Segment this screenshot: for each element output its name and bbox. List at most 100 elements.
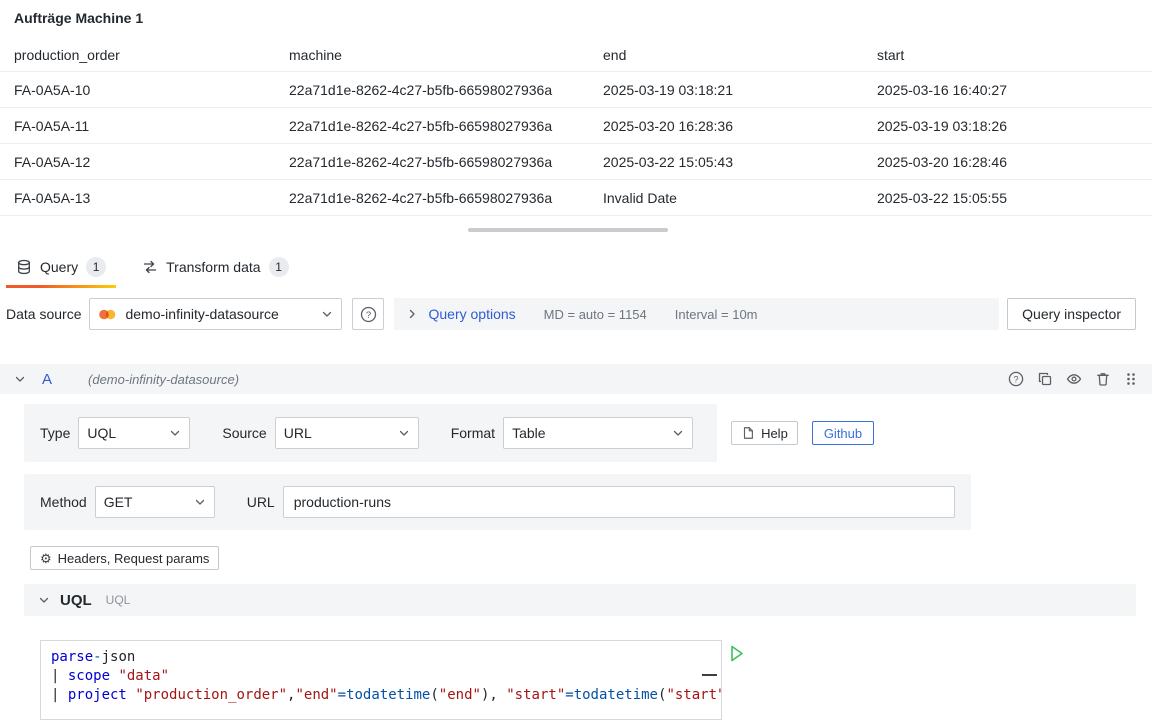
table-cell: 2025-03-22 15:05:43 [603, 154, 877, 170]
pane-resize-handle[interactable] [468, 228, 668, 232]
query-options-summary: MD = auto = 1154 [544, 307, 647, 322]
play-icon [730, 645, 744, 662]
chevron-down-icon [672, 427, 684, 439]
editor-overview-mark [702, 674, 717, 676]
database-icon [16, 259, 32, 275]
datasource-picker[interactable]: demo-infinity-datasource [89, 298, 342, 330]
tab-query-count-badge: 1 [86, 257, 106, 277]
table-row: FA-0A5A-1222a71d1e-8262-4c27-b5fb-665980… [0, 144, 1152, 180]
tab-transform-label: Transform data [166, 259, 260, 275]
toggle-visibility-eye-icon[interactable] [1066, 371, 1082, 387]
table-cell: 22a71d1e-8262-4c27-b5fb-66598027936a [289, 82, 603, 98]
help-icon[interactable]: ? [1008, 371, 1024, 387]
code-lines: parse-json| scope "data"| project "produ… [51, 648, 721, 705]
query-ref-id: A [42, 371, 52, 388]
method-select[interactable]: GET [95, 486, 215, 518]
format-select[interactable]: Table [503, 417, 693, 449]
chevron-right-icon[interactable] [406, 308, 418, 320]
drag-grip-icon[interactable] [1124, 371, 1138, 387]
table-row: FA-0A5A-1022a71d1e-8262-4c27-b5fb-665980… [0, 72, 1152, 108]
datasource-value: demo-infinity-datasource [125, 306, 313, 322]
tab-transform-count-badge: 1 [269, 257, 289, 277]
table-cell: FA-0A5A-10 [14, 82, 289, 98]
source-select[interactable]: URL [275, 417, 419, 449]
query-options-toggle[interactable]: Query options [428, 306, 515, 322]
question-circle-icon: ? [360, 306, 377, 323]
infinity-datasource-logo [98, 308, 117, 321]
query-url-row: Method GET URL [24, 474, 971, 530]
query-type-row: Type UQL Source URL Format [24, 404, 717, 462]
tab-transform-data[interactable]: Transform data 1 [132, 246, 298, 288]
source-value: URL [284, 425, 390, 441]
table-cell: FA-0A5A-13 [14, 190, 289, 206]
headers-request-params-button[interactable]: ⚙ Headers, Request params [30, 546, 219, 570]
column-header-machine[interactable]: machine [289, 47, 603, 63]
table-row: FA-0A5A-1122a71d1e-8262-4c27-b5fb-665980… [0, 108, 1152, 144]
url-label: URL [247, 494, 275, 510]
uql-title: UQL [60, 592, 92, 609]
headers-button-label: Headers, Request params [58, 551, 210, 566]
query-inspector-button[interactable]: Query inspector [1007, 298, 1136, 330]
tab-query-label: Query [40, 259, 78, 275]
run-query-button[interactable] [730, 645, 744, 662]
method-label: Method [40, 494, 87, 510]
method-value: GET [104, 494, 186, 510]
table-cell: 2025-03-20 16:28:46 [877, 154, 1152, 170]
format-value: Table [512, 425, 664, 441]
datasource-help-button[interactable]: ? [352, 298, 384, 330]
uql-subtitle: UQL [106, 593, 131, 607]
duplicate-icon[interactable] [1037, 371, 1053, 387]
chevron-down-icon [398, 427, 410, 439]
table-body: FA-0A5A-1022a71d1e-8262-4c27-b5fb-665980… [0, 72, 1152, 216]
datasource-label: Data source [6, 306, 81, 322]
table-cell: 22a71d1e-8262-4c27-b5fb-66598027936a [289, 154, 603, 170]
datasource-row: Data source demo-infinity-datasource ? Q… [0, 298, 1152, 330]
chevron-down-icon [194, 496, 206, 508]
uql-code-editor[interactable]: parse-json| scope "data"| project "produ… [40, 640, 722, 720]
table-cell: FA-0A5A-12 [14, 154, 289, 170]
help-button[interactable]: Help [731, 421, 798, 445]
table-row: FA-0A5A-1322a71d1e-8262-4c27-b5fb-665980… [0, 180, 1152, 216]
format-field: Format Table [451, 417, 693, 449]
query-datasource-hint: (demo-infinity-datasource) [88, 372, 239, 387]
table-cell: 2025-03-19 03:18:21 [603, 82, 877, 98]
query-options-strip: Query options MD = auto = 1154 Interval … [394, 298, 999, 330]
chevron-down-icon[interactable] [38, 594, 50, 606]
type-value: UQL [87, 425, 161, 441]
gear-icon: ⚙ [40, 552, 52, 565]
table-cell: 2025-03-20 16:28:36 [603, 118, 877, 134]
help-button-label: Help [761, 426, 788, 441]
chevron-down-icon[interactable] [14, 373, 26, 385]
table-cell: 22a71d1e-8262-4c27-b5fb-66598027936a [289, 118, 603, 134]
column-header-production-order[interactable]: production_order [14, 47, 289, 63]
tab-query[interactable]: Query 1 [6, 246, 116, 288]
type-select[interactable]: UQL [78, 417, 190, 449]
interval-summary: Interval = 10m [675, 307, 758, 322]
type-field: Type UQL [40, 417, 190, 449]
code-line: | project "production_order","end"=todat… [51, 686, 721, 705]
chevron-down-icon [169, 427, 181, 439]
svg-text:?: ? [1013, 374, 1018, 384]
column-header-end[interactable]: end [603, 47, 877, 63]
trash-icon[interactable] [1095, 371, 1111, 387]
data-table: production_order machine end start FA-0A… [0, 38, 1152, 216]
uql-section-header[interactable]: UQL UQL [24, 584, 1136, 616]
github-button[interactable]: Github [812, 421, 874, 445]
query-row-header[interactable]: A (demo-infinity-datasource) ? [0, 364, 1152, 394]
url-input[interactable] [283, 486, 955, 518]
query-editor-body: Type UQL Source URL Format [0, 394, 1152, 720]
table-cell: FA-0A5A-11 [14, 118, 289, 134]
table-panel: Aufträge Machine 1 production_order mach… [0, 0, 1152, 216]
chevron-down-icon [321, 308, 333, 320]
table-header-row: production_order machine end start [0, 38, 1152, 72]
table-cell: 2025-03-16 16:40:27 [877, 82, 1152, 98]
type-label: Type [40, 425, 70, 441]
source-field: Source URL [222, 417, 418, 449]
code-line: | scope "data" [51, 667, 721, 686]
url-field: URL [247, 486, 955, 518]
editor-tabbar: Query 1 Transform data 1 [0, 246, 1152, 288]
table-cell: 2025-03-22 15:05:55 [877, 190, 1152, 206]
column-header-start[interactable]: start [877, 47, 1152, 63]
uql-editor-wrap: parse-json| scope "data"| project "produ… [40, 640, 1136, 720]
method-field: Method GET [40, 486, 215, 518]
